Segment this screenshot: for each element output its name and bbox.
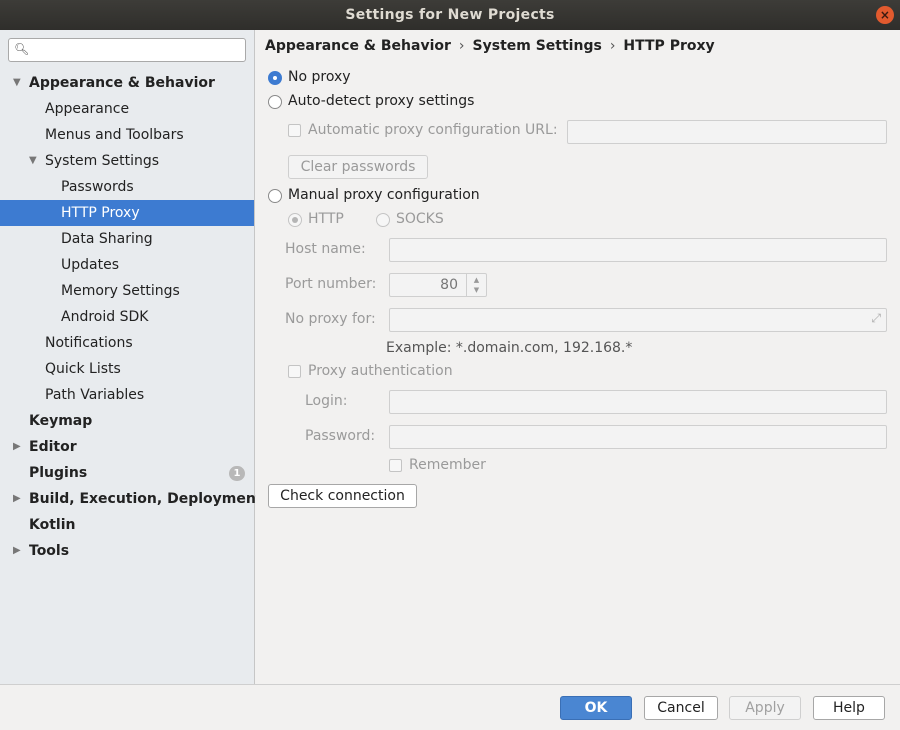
tree-item-label: Editor [29, 439, 77, 455]
no-proxy-for-label: No proxy for: [285, 311, 376, 327]
http-proxy-panel: Appearance & Behavior › System Settings › HT… [256, 30, 900, 684]
no-proxy-for-field[interactable]: ⤢ [389, 308, 887, 332]
breadcrumb-http-proxy: HTTP Proxy [623, 38, 715, 54]
manual-proxy-radio[interactable] [268, 189, 282, 203]
tree-item-menus-and-toolbars[interactable]: Menus and Toolbars [0, 122, 254, 148]
proxy-auth-checkbox[interactable] [288, 365, 301, 378]
apply-button[interactable]: Apply [729, 696, 801, 720]
host-name-label: Host name: [285, 241, 366, 257]
window-titlebar: Settings for New Projects × [0, 0, 900, 30]
tree-item-label: Appearance [45, 101, 130, 117]
spinner-arrows-icon[interactable]: ▲ ▼ [466, 274, 486, 296]
tree-item-label: Notifications [45, 335, 133, 351]
socks-radio[interactable] [376, 213, 390, 227]
remember-label: Remember [409, 457, 486, 473]
auto-detect-radio[interactable] [268, 95, 282, 109]
tree-item-plugins[interactable]: Plugins 1 [0, 460, 254, 486]
window-title: Settings for New Projects [345, 7, 555, 23]
port-number-label: Port number: [285, 276, 377, 292]
chevron-down-icon[interactable]: ▼ [29, 148, 37, 174]
check-connection-button[interactable]: Check connection [268, 484, 417, 508]
tree-item-tools[interactable]: ▶ Tools [0, 538, 254, 564]
tree-item-editor[interactable]: ▶ Editor [0, 434, 254, 460]
search-box[interactable]: 🔍︎ [8, 38, 246, 62]
no-proxy-radio[interactable] [268, 71, 282, 85]
socks-label: SOCKS [396, 211, 444, 227]
breadcrumb-system-settings: System Settings [472, 38, 602, 54]
chevron-right-icon[interactable]: ▶ [13, 434, 21, 460]
tree-item-label: Plugins [29, 465, 88, 481]
login-label: Login: [305, 393, 348, 409]
tree-item-label: Passwords [61, 179, 134, 195]
manual-proxy-label[interactable]: Manual proxy configuration [288, 187, 480, 203]
auto-config-url-checkbox[interactable] [288, 124, 301, 137]
auto-detect-label[interactable]: Auto-detect proxy settings [288, 93, 474, 109]
password-label: Password: [305, 428, 376, 444]
tree-item-appearance-behavior[interactable]: ▼ Appearance & Behavior [0, 70, 254, 96]
tree-item-label: Appearance & Behavior [29, 75, 215, 91]
no-proxy-label[interactable]: No proxy [288, 69, 351, 85]
tree-item-label: Quick Lists [45, 361, 121, 377]
tree-item-label: Data Sharing [61, 231, 153, 247]
tree-item-label: Updates [61, 257, 119, 273]
tree-item-data-sharing[interactable]: Data Sharing [0, 226, 254, 252]
tree-item-kotlin[interactable]: Kotlin [0, 512, 254, 538]
port-number-stepper[interactable]: 80 ▲ ▼ [389, 273, 487, 297]
remember-checkbox[interactable] [389, 459, 402, 472]
breadcrumb-separator: › [609, 38, 616, 54]
help-button[interactable]: Help [813, 696, 885, 720]
tree-item-build-execution-deployment[interactable]: ▶ Build, Execution, Deployment [0, 486, 263, 512]
clear-passwords-button[interactable]: Clear passwords [288, 155, 428, 179]
breadcrumb-separator: › [458, 38, 465, 54]
password-field[interactable] [389, 425, 887, 449]
tree-item-system-settings[interactable]: ▼ System Settings [0, 148, 254, 174]
tree-item-android-sdk[interactable]: Android SDK [0, 304, 254, 330]
http-label: HTTP [308, 211, 344, 227]
tree-item-http-proxy[interactable]: HTTP Proxy [0, 200, 254, 226]
tree-item-label: System Settings [45, 153, 160, 169]
chevron-down-icon[interactable]: ▼ [13, 70, 21, 96]
breadcrumb: Appearance & Behavior › System Settings › HT… [265, 38, 715, 54]
host-name-field[interactable] [389, 238, 887, 262]
tree-item-label: Menus and Toolbars [45, 127, 184, 143]
proxy-auth-label: Proxy authentication [308, 363, 453, 379]
settings-tree-panel: 🔍︎ ▼ Appearance & Behavior Appearance Menus… [0, 30, 263, 684]
tree-item-quick-lists[interactable]: Quick Lists [0, 356, 254, 382]
dialog-footer: OK Cancel Apply Help [0, 684, 900, 730]
auto-config-url-label: Automatic proxy configuration URL: [308, 122, 558, 138]
tree-item-label: Keymap [29, 413, 93, 429]
tree-item-path-variables[interactable]: Path Variables [0, 382, 254, 408]
tree-item-updates[interactable]: Updates [0, 252, 254, 278]
breadcrumb-appearance: Appearance & Behavior [265, 38, 451, 54]
tree-item-notifications[interactable]: Notifications [0, 330, 254, 356]
cancel-button[interactable]: Cancel [644, 696, 718, 720]
update-count-badge: 1 [229, 466, 245, 481]
tree-item-label: Path Variables [45, 387, 145, 403]
tree-item-label: Build, Execution, Deployment [29, 491, 263, 507]
close-icon[interactable]: × [876, 6, 894, 24]
tree-item-passwords[interactable]: Passwords [0, 174, 254, 200]
chevron-right-icon[interactable]: ▶ [13, 538, 21, 564]
tree-item-label: Kotlin [29, 517, 76, 533]
port-number-value: 80 [440, 277, 458, 293]
tree-item-label: Android SDK [61, 309, 149, 325]
ok-button[interactable]: OK [560, 696, 632, 720]
tree-item-memory-settings[interactable]: Memory Settings [0, 278, 254, 304]
tree-item-keymap[interactable]: Keymap [0, 408, 254, 434]
search-input[interactable] [35, 41, 240, 59]
no-proxy-example: Example: *.domain.com, 192.168.* [386, 340, 633, 356]
auto-config-url-field[interactable] [567, 120, 887, 144]
http-radio[interactable] [288, 213, 302, 227]
chevron-right-icon[interactable]: ▶ [13, 486, 21, 512]
login-field[interactable] [389, 390, 887, 414]
tree-item-label: HTTP Proxy [61, 205, 140, 221]
tree-item-label: Memory Settings [61, 283, 180, 299]
search-icon: 🔍︎ [14, 42, 30, 56]
expand-icon[interactable]: ⤢ [871, 311, 881, 326]
tree-item-label: Tools [29, 543, 70, 559]
tree-item-appearance[interactable]: Appearance [0, 96, 254, 122]
